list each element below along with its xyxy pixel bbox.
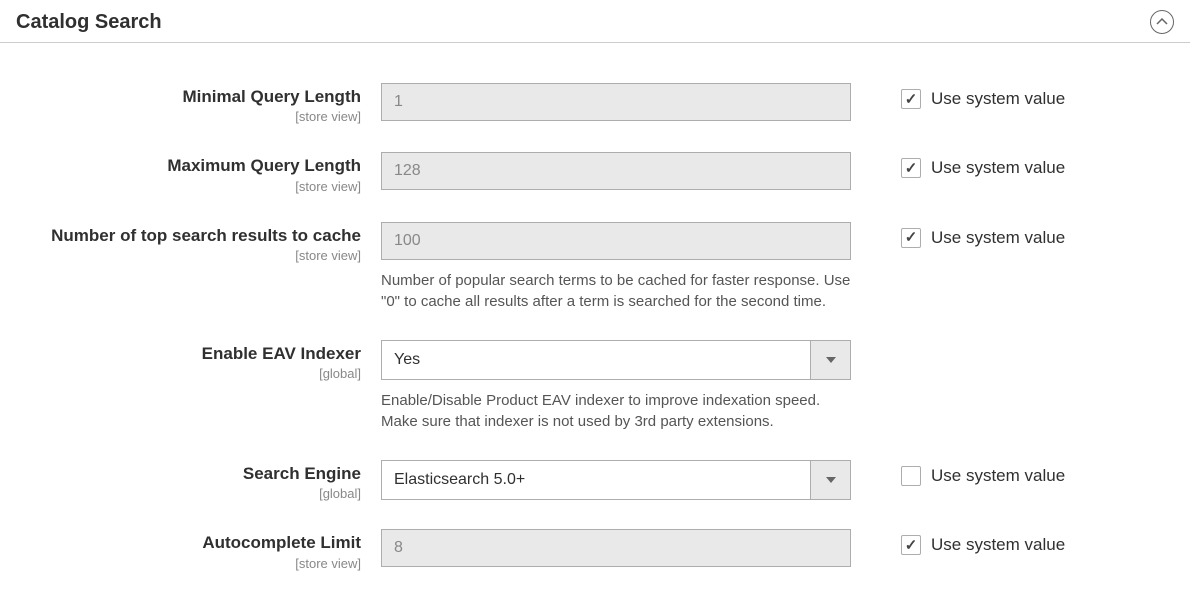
use-system-label: Use system value (931, 228, 1065, 248)
use-system-col: Use system value (851, 222, 1065, 248)
label-col: Maximum Query Length [store view] (16, 152, 381, 193)
use-system-checkbox[interactable] (901, 89, 921, 109)
use-system-checkbox[interactable] (901, 535, 921, 555)
field-row-eav-indexer: Enable EAV Indexer [global] Yes Enable/D… (0, 340, 1190, 432)
control-col: 8 (381, 529, 851, 567)
use-system-label: Use system value (931, 158, 1065, 178)
select-value: Elasticsearch 5.0+ (382, 461, 810, 499)
label-col: Enable EAV Indexer [global] (16, 340, 381, 381)
field-note: Number of popular search terms to be cac… (381, 270, 851, 312)
section-header[interactable]: Catalog Search (0, 0, 1190, 43)
select-arrow (810, 341, 850, 379)
use-system-col: Use system value (851, 529, 1065, 555)
field-scope: [store view] (16, 179, 361, 194)
field-label: Minimal Query Length (16, 87, 361, 107)
label-col: Autocomplete Limit [store view] (16, 529, 381, 570)
use-system-label: Use system value (931, 89, 1065, 109)
collapse-toggle[interactable] (1150, 10, 1174, 34)
search-engine-select[interactable]: Elasticsearch 5.0+ (381, 460, 851, 500)
field-row-top-cache: Number of top search results to cache [s… (0, 222, 1190, 312)
caret-down-icon (826, 477, 836, 483)
control-col: Elasticsearch 5.0+ (381, 460, 851, 500)
field-label: Number of top search results to cache (16, 226, 361, 246)
field-label: Enable EAV Indexer (16, 344, 361, 364)
caret-down-icon (826, 357, 836, 363)
max-query-input[interactable]: 128 (381, 152, 851, 190)
min-query-input[interactable]: 1 (381, 83, 851, 121)
use-system-col: Use system value (851, 152, 1065, 178)
use-system-col (851, 340, 901, 346)
top-cache-input[interactable]: 100 (381, 222, 851, 260)
use-system-label: Use system value (931, 466, 1065, 486)
field-row-search-engine: Search Engine [global] Elasticsearch 5.0… (0, 460, 1190, 501)
control-col: Yes Enable/Disable Product EAV indexer t… (381, 340, 851, 432)
use-system-col: Use system value (851, 460, 1065, 486)
select-value: Yes (382, 341, 810, 379)
control-col: 100 Number of popular search terms to be… (381, 222, 851, 312)
field-label: Maximum Query Length (16, 156, 361, 176)
use-system-label: Use system value (931, 535, 1065, 555)
label-col: Search Engine [global] (16, 460, 381, 501)
control-col: 1 (381, 83, 851, 121)
autocomplete-input[interactable]: 8 (381, 529, 851, 567)
form-area: Minimal Query Length [store view] 1 Use … (0, 43, 1190, 571)
control-col: 128 (381, 152, 851, 190)
chevron-up-icon (1156, 18, 1168, 26)
label-col: Minimal Query Length [store view] (16, 83, 381, 124)
eav-indexer-select[interactable]: Yes (381, 340, 851, 380)
field-note: Enable/Disable Product EAV indexer to im… (381, 390, 851, 432)
use-system-checkbox[interactable] (901, 228, 921, 248)
use-system-checkbox[interactable] (901, 466, 921, 486)
section-title: Catalog Search (16, 11, 162, 34)
field-scope: [store view] (16, 248, 361, 263)
field-label: Search Engine (16, 464, 361, 484)
field-label: Autocomplete Limit (16, 533, 361, 553)
field-scope: [store view] (16, 109, 361, 124)
field-scope: [global] (16, 486, 361, 501)
label-col: Number of top search results to cache [s… (16, 222, 381, 263)
field-scope: [store view] (16, 556, 361, 571)
use-system-col: Use system value (851, 83, 1065, 109)
select-arrow (810, 461, 850, 499)
field-row-autocomplete: Autocomplete Limit [store view] 8 Use sy… (0, 529, 1190, 570)
field-row-max-query: Maximum Query Length [store view] 128 Us… (0, 152, 1190, 193)
field-scope: [global] (16, 366, 361, 381)
field-row-min-query: Minimal Query Length [store view] 1 Use … (0, 83, 1190, 124)
use-system-checkbox[interactable] (901, 158, 921, 178)
